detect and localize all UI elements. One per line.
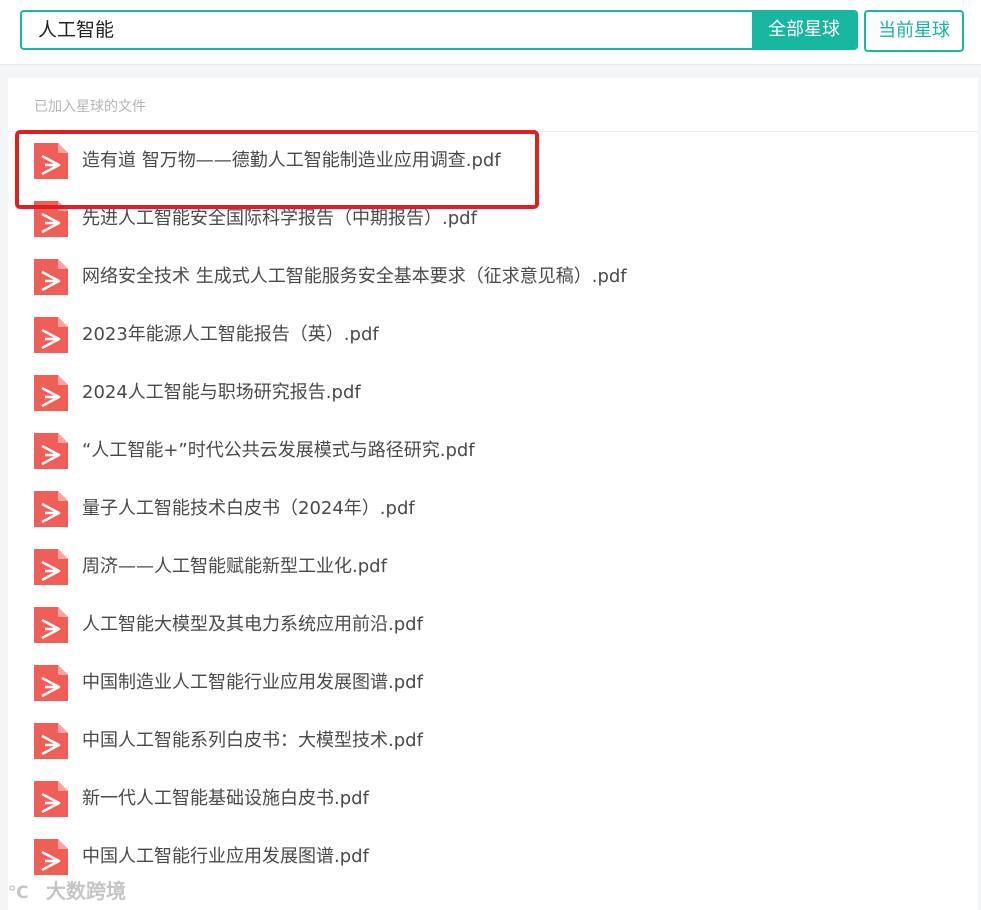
search-current-planet-button[interactable]: 当前星球 — [864, 10, 964, 52]
file-name: 先进人工智能安全国际科学报告（中期报告）.pdf — [82, 208, 477, 229]
pdf-file-icon — [34, 665, 68, 701]
file-item[interactable]: 先进人工智能安全国际科学报告（中期报告）.pdf — [8, 190, 978, 248]
file-name: 2023年能源人工智能报告（英）.pdf — [82, 324, 379, 345]
file-item[interactable]: 中国人工智能系列白皮书：大模型技术.pdf — [8, 712, 978, 770]
file-name: 造有道 智万物——德勤人工智能制造业应用调查.pdf — [82, 150, 501, 171]
search-box: 全部星球 — [20, 10, 858, 50]
pdf-file-icon — [34, 201, 68, 237]
file-name: 中国制造业人工智能行业应用发展图谱.pdf — [82, 672, 423, 693]
file-item[interactable]: 量子人工智能技术白皮书（2024年）.pdf — [8, 480, 978, 538]
file-item[interactable]: 2023年能源人工智能报告（英）.pdf — [8, 306, 978, 364]
pdf-file-icon — [34, 839, 68, 875]
watermark: ℃ 大数跨境 — [8, 876, 126, 906]
pdf-file-icon — [34, 723, 68, 759]
search-input[interactable] — [22, 12, 754, 48]
files-panel: 已加入星球的文件 造有道 智万物——德勤人工智能制造业应用调查.pdf 先进人工… — [8, 78, 978, 910]
file-item[interactable]: 中国制造业人工智能行业应用发展图谱.pdf — [8, 654, 978, 712]
pdf-file-icon — [34, 317, 68, 353]
file-name: 量子人工智能技术白皮书（2024年）.pdf — [82, 498, 415, 519]
pdf-file-icon — [34, 607, 68, 643]
file-name: 网络安全技术 生成式人工智能服务安全基本要求（征求意见稿）.pdf — [82, 266, 627, 287]
pdf-file-icon — [34, 781, 68, 817]
watermark-text: 大数跨境 — [46, 879, 126, 903]
file-name: 周济——人工智能赋能新型工业化.pdf — [82, 556, 387, 577]
file-name: “人工智能+”时代公共云发展模式与路径研究.pdf — [82, 440, 475, 461]
pdf-file-icon — [34, 375, 68, 411]
search-bar: 全部星球 当前星球 — [0, 0, 981, 65]
file-item[interactable]: 人工智能大模型及其电力系统应用前沿.pdf — [8, 596, 978, 654]
file-name: 中国人工智能系列白皮书：大模型技术.pdf — [82, 730, 423, 751]
section-title: 已加入星球的文件 — [34, 99, 146, 115]
file-item[interactable]: 新一代人工智能基础设施白皮书.pdf — [8, 770, 978, 828]
file-name: 新一代人工智能基础设施白皮书.pdf — [82, 788, 369, 809]
file-name: 人工智能大模型及其电力系统应用前沿.pdf — [82, 614, 423, 635]
pdf-file-icon — [34, 143, 68, 179]
file-item[interactable]: 中国人工智能行业应用发展图谱.pdf — [8, 828, 978, 886]
watermark-logo-icon: ℃ — [8, 883, 29, 903]
pdf-file-icon — [34, 549, 68, 585]
pdf-file-icon — [34, 491, 68, 527]
pdf-file-icon — [34, 259, 68, 295]
search-all-planets-button[interactable]: 全部星球 — [752, 12, 856, 48]
file-item[interactable]: 造有道 智万物——德勤人工智能制造业应用调查.pdf — [8, 132, 978, 190]
file-item[interactable]: 2024人工智能与职场研究报告.pdf — [8, 364, 978, 422]
file-item[interactable]: 网络安全技术 生成式人工智能服务安全基本要求（征求意见稿）.pdf — [8, 248, 978, 306]
file-item[interactable]: 周济——人工智能赋能新型工业化.pdf — [8, 538, 978, 596]
file-name: 2024人工智能与职场研究报告.pdf — [82, 382, 361, 403]
file-item[interactable]: “人工智能+”时代公共云发展模式与路径研究.pdf — [8, 422, 978, 480]
pdf-file-icon — [34, 433, 68, 469]
